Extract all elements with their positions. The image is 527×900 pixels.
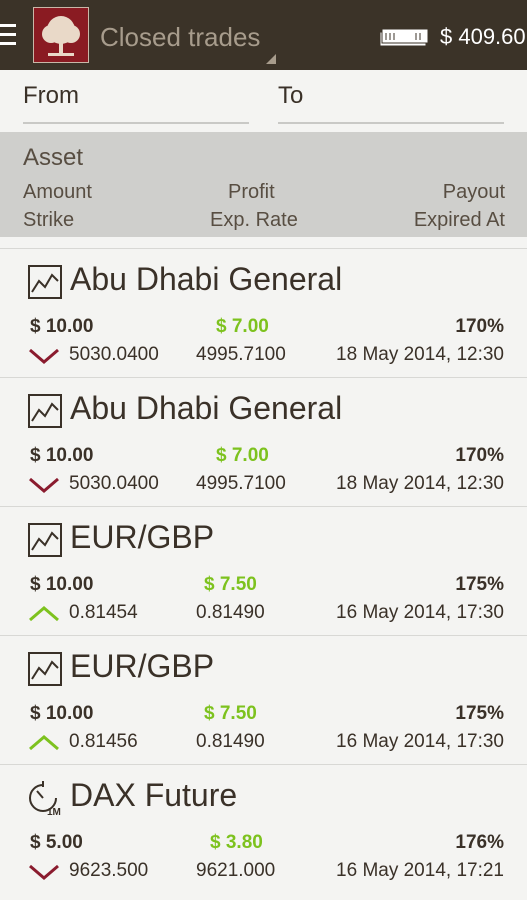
tree-icon (34, 8, 88, 62)
to-date-field[interactable]: To (278, 82, 504, 124)
trade-expired-at: 16 May 2014, 17:30 (336, 731, 504, 752)
payout-column-label: Payout (442, 181, 505, 203)
trade-profit: $ 7.50 (204, 703, 257, 724)
expired-at-column-label: Expired At (413, 209, 505, 231)
trade-exp-rate: 9621.000 (196, 860, 276, 881)
arrow-up-icon (29, 735, 59, 751)
trade-payout: 175% (455, 703, 504, 724)
menu-icon[interactable] (0, 24, 16, 46)
asset-name: EUR/GBP (70, 648, 215, 684)
trade-strike: 9623.500 (69, 860, 149, 881)
trade-payout: 175% (455, 574, 504, 595)
arrow-down-icon (29, 477, 59, 493)
arrow-up-icon (29, 606, 59, 622)
trade-strike: 5030.0400 (69, 344, 159, 365)
asset-name: EUR/GBP (70, 519, 215, 555)
trade-payout: 176% (455, 832, 504, 853)
profit-column-label: Profit (228, 181, 275, 203)
chart-icon (28, 652, 62, 686)
timer-label: 1M (47, 807, 61, 817)
trade-exp-rate: 4995.7100 (196, 344, 286, 365)
trade-strike: 5030.0400 (69, 473, 159, 494)
date-filter: From To (0, 70, 527, 132)
trade-expired-at: 18 May 2014, 12:30 (336, 473, 504, 494)
arrow-down-icon (29, 348, 59, 364)
account-balance: $ 409.60 (440, 24, 526, 49)
arrow-down-icon (29, 864, 59, 880)
asset-name: DAX Future (70, 777, 238, 813)
trade-amount: $ 10.00 (30, 703, 94, 724)
trade-payout: 170% (455, 316, 504, 337)
trade-amount: $ 5.00 (30, 832, 83, 853)
chart-icon (28, 265, 62, 299)
trade-amount: $ 10.00 (30, 445, 94, 466)
from-date-field[interactable]: From (23, 82, 249, 124)
trade-item[interactable]: Abu Dhabi General $ 10.00 $ 7.00 170% 50… (0, 377, 527, 506)
app-logo[interactable] (33, 7, 89, 63)
trade-exp-rate: 0.81490 (196, 731, 265, 752)
trade-expired-at: 16 May 2014, 17:30 (336, 602, 504, 623)
dropdown-caret-icon[interactable] (266, 54, 276, 64)
trade-item[interactable]: EUR/GBP $ 10.00 $ 7.50 175% 0.81454 0.81… (0, 506, 527, 635)
trade-strike: 0.81456 (69, 731, 138, 752)
exp-rate-column-label: Exp. Rate (210, 209, 298, 231)
trade-payout: 170% (455, 445, 504, 466)
trade-profit: $ 7.00 (216, 316, 269, 337)
trade-item[interactable]: Abu Dhabi General $ 10.00 $ 7.00 170% 50… (0, 248, 527, 377)
chart-icon (28, 394, 62, 428)
trade-profit: $ 3.80 (210, 832, 263, 853)
from-label: From (23, 82, 79, 109)
asset-column-label: Asset (23, 144, 84, 171)
top-bar: Closed trades $ 409.60 (0, 0, 527, 70)
trades-list: Abu Dhabi General $ 10.00 $ 7.00 170% 50… (0, 248, 527, 893)
trade-item[interactable]: 1M DAX Future $ 5.00 $ 3.80 176% 9623.50… (0, 764, 527, 893)
trade-item[interactable]: EUR/GBP $ 10.00 $ 7.50 175% 0.81456 0.81… (0, 635, 527, 764)
strike-column-label: Strike (23, 209, 75, 231)
screen-title[interactable]: Closed trades (100, 22, 260, 53)
trade-expired-at: 18 May 2014, 12:30 (336, 344, 504, 365)
asset-name: Abu Dhabi General (70, 261, 343, 297)
trade-profit: $ 7.00 (216, 445, 269, 466)
chart-icon (28, 523, 62, 557)
column-header: Asset Amount Profit Payout Strike Exp. R… (0, 132, 527, 237)
trade-expired-at: 16 May 2014, 17:21 (336, 860, 504, 881)
trade-exp-rate: 4995.7100 (196, 473, 286, 494)
trade-profit: $ 7.50 (204, 574, 257, 595)
trade-exp-rate: 0.81490 (196, 602, 265, 623)
to-label: To (278, 82, 304, 109)
trade-strike: 0.81454 (69, 602, 138, 623)
trade-amount: $ 10.00 (30, 316, 94, 337)
amount-column-label: Amount (23, 181, 92, 203)
trade-amount: $ 10.00 (30, 574, 94, 595)
cash-icon (379, 28, 429, 47)
asset-name: Abu Dhabi General (70, 390, 343, 426)
timer-1m-icon: 1M (29, 781, 61, 817)
